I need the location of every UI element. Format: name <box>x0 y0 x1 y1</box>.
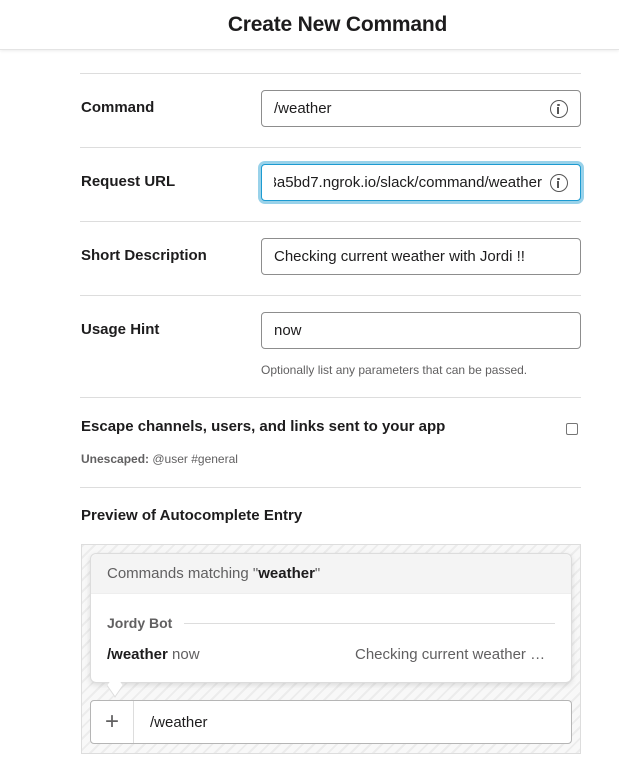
escape-option-label: Escape channels, users, and links sent t… <box>81 418 446 435</box>
app-name: Jordy Bot <box>107 615 173 631</box>
divider <box>80 487 581 488</box>
divider <box>80 73 581 74</box>
unescaped-example-text: @user #general <box>152 452 238 466</box>
command-input[interactable]: /weather <box>261 90 581 127</box>
unescaped-example: Unescaped: @user #general <box>81 452 238 466</box>
command-description: Checking current weather with Jordi !! <box>355 646 555 663</box>
usage-hint-help-text: Optionally list any parameters that can … <box>261 363 528 377</box>
info-icon[interactable] <box>550 173 568 192</box>
divider <box>184 622 555 624</box>
autocomplete-popup: Commands matching " weather " Jordy Bot /w… <box>90 553 572 683</box>
message-composer[interactable]: + /weather <box>90 700 572 744</box>
command-hint: now <box>172 646 200 663</box>
matching-prefix: Commands matching " <box>107 565 259 582</box>
usage-hint-label: Usage Hint <box>81 321 160 338</box>
command-label: Command <box>81 99 155 116</box>
autocomplete-app-group: Jordy Bot <box>107 615 555 631</box>
short-description-input[interactable]: Checking current weather with Jordi !! <box>261 238 581 275</box>
page-title: Create New Command <box>227 12 448 36</box>
matching-suffix: " <box>314 565 321 582</box>
short-description-label: Short Description <box>81 247 207 264</box>
modal-header: Create New Command <box>0 0 619 50</box>
matching-term: weather <box>258 565 315 582</box>
plus-icon[interactable]: + <box>91 701 134 743</box>
info-icon[interactable] <box>550 99 568 118</box>
usage-hint-input[interactable]: now <box>261 312 581 349</box>
preview-title: Preview of Autocomplete Entry <box>81 507 303 524</box>
command-input-value: /weather <box>274 100 332 117</box>
divider <box>80 397 581 398</box>
command-name: /weather <box>107 646 168 663</box>
request-url-label: Request URL <box>81 173 176 190</box>
divider <box>80 221 581 222</box>
autocomplete-header: Commands matching " weather " <box>91 554 571 594</box>
divider <box>80 147 581 148</box>
composer-text: /weather <box>150 713 208 731</box>
usage-hint-input-value: now <box>274 322 302 339</box>
request-url-input[interactable]: ‎https://ec8a5bd7.ngrok.io/slack/command… <box>261 164 581 201</box>
unescaped-label: Unescaped: <box>81 452 150 466</box>
escape-checkbox[interactable] <box>566 423 578 435</box>
request-url-input-value: ‎https://ec8a5bd7.ngrok.io/slack/command… <box>274 174 542 191</box>
short-description-input-value: Checking current weather with Jordi !! <box>274 248 525 265</box>
divider <box>80 295 581 296</box>
autocomplete-command[interactable]: /weather now <box>107 646 200 663</box>
